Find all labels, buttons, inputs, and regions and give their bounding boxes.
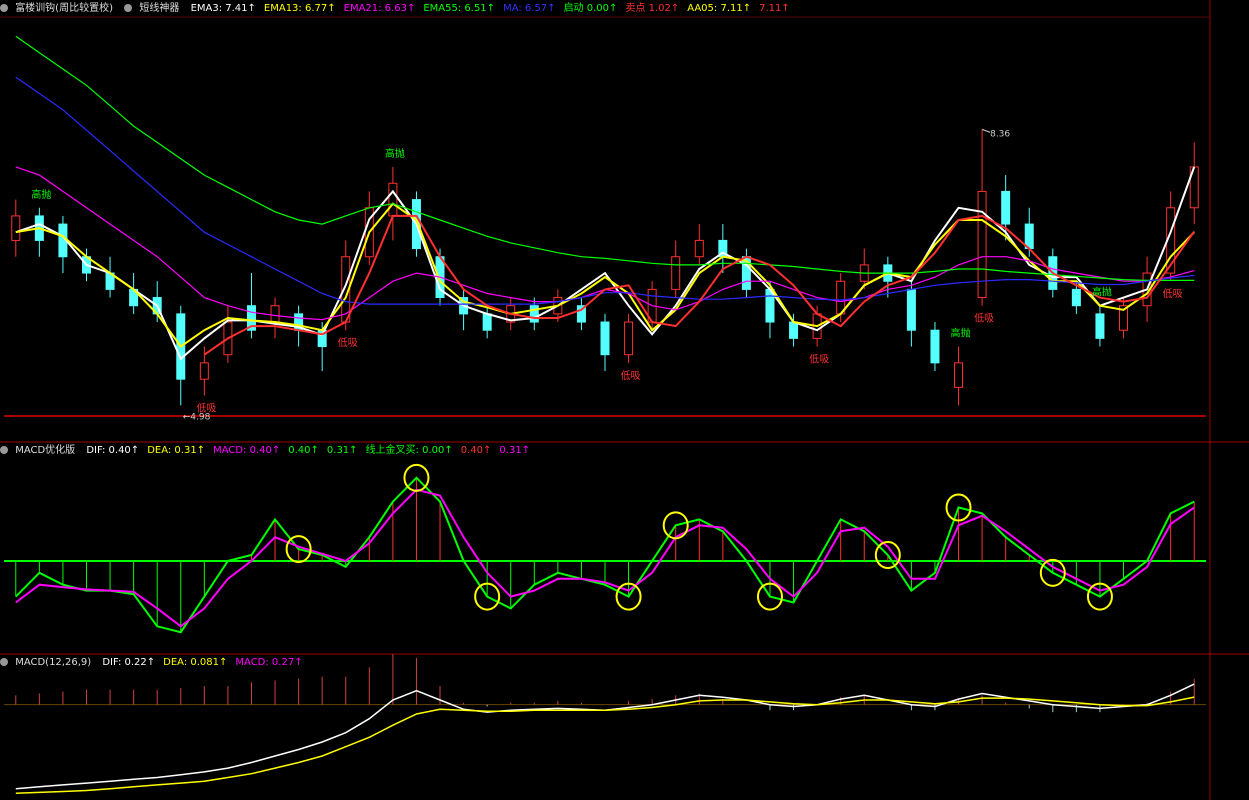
p2-value-7: 0.31↑ (499, 445, 531, 456)
signal-top: 高抛 (1092, 286, 1112, 299)
signal-top: 高抛 (385, 147, 405, 160)
candle (270, 305, 280, 323)
signal-top: 高抛 (31, 188, 51, 201)
candle (694, 239, 704, 258)
candle (1071, 288, 1081, 307)
panel2-values: DIF: 0.40↑ DEA: 0.31↑ MACD: 0.40↑ 0.40↑ 0.31… (86, 445, 538, 456)
p2-value-4: 0.31↑ (326, 445, 358, 456)
signal-bottom: 低吸 (809, 353, 829, 366)
app-title: 富楼训钩(周比较置校) (15, 3, 113, 14)
p2-value-5: 线上金叉买: 0.00↑ (365, 445, 453, 456)
p2-value-6: 0.40↑ (460, 445, 492, 456)
p2-value-1: DEA: 0.31↑ (147, 445, 206, 456)
panel2-header: MACD优化版 DIF: 0.40↑ DEA: 0.31↑ MACD: 0.40↑ 0… (0, 444, 546, 458)
line-dea (15, 488, 1195, 628)
candle (954, 362, 964, 388)
p1-value-0: EMA3: 7.41↑ (190, 3, 256, 14)
line-ema55 (15, 35, 1195, 281)
signal-bottom: 低吸 (974, 312, 994, 325)
p1-value-8: 7.11↑ (759, 3, 790, 14)
panel3-values: DIF: 0.22↑ DEA: 0.081↑ MACD: 0.27↑ (102, 657, 310, 668)
p2-value-2: MACD: 0.40↑ (213, 445, 281, 456)
p1-value-2: EMA21: 6.63↑ (343, 3, 416, 14)
indicator-icon[interactable] (0, 446, 8, 454)
p2-value-0: DIF: 0.40↑ (86, 445, 140, 456)
candle (529, 305, 539, 323)
p3-value-2: MACD: 0.27↑ (235, 657, 303, 668)
panel1-header: 富楼训钩(周比较置校) 短线神器 EMA3: 7.41↑ EMA13: 6.77↑… (0, 2, 806, 16)
p3-value-1: DEA: 0.081↑ (163, 657, 228, 668)
line-dif (15, 476, 1195, 634)
indicator-name[interactable]: MACD(12,26,9) (15, 657, 91, 668)
indicator-icon[interactable] (0, 658, 8, 666)
p2-value-3: 0.40↑ (288, 445, 319, 456)
candle (789, 321, 799, 339)
candle (600, 321, 610, 356)
indicator-name[interactable]: 短线神器 (139, 3, 179, 14)
high-label: 8.36 (990, 129, 1010, 139)
p3-value-0: DIF: 0.22↑ (102, 657, 156, 668)
candle (930, 329, 940, 364)
signal-bottom: 低吸 (621, 369, 641, 382)
p1-value-6: 卖点 1.02↑ (625, 3, 680, 14)
line-dif (15, 683, 1195, 790)
candle (624, 321, 634, 356)
p1-value-4: MA: 6.57↑ (503, 3, 556, 14)
line-ema21 (15, 166, 1195, 321)
signal-bottom: 低吸 (1163, 287, 1183, 300)
candle (906, 288, 916, 331)
indicator-name[interactable]: MACD优化版 (15, 445, 75, 456)
p1-value-3: EMA55: 6.51↑ (423, 3, 496, 14)
candle (482, 313, 492, 331)
candle (1095, 313, 1105, 339)
high-pointer (981, 128, 991, 133)
line-ma (15, 76, 1195, 305)
candle (671, 256, 681, 290)
stock-chart: 8.36←4.98高抛高抛高抛高抛低吸低吸低吸低吸低吸低吸 (0, 0, 1249, 800)
settings-icon[interactable] (0, 4, 8, 12)
candle (388, 182, 398, 217)
signal-bottom: 低吸 (338, 336, 358, 349)
p1-value-1: EMA13: 6.77↑ (263, 3, 336, 14)
candle (199, 362, 209, 380)
signal-top: 高抛 (951, 327, 971, 340)
panel1-values: EMA3: 7.41↑ EMA13: 6.77↑ EMA21: 6.63↑ EMA55… (191, 3, 798, 14)
p1-value-5: 启动 0.00↑ (563, 3, 618, 14)
p1-value-7: AA05: 7.11↑ (687, 3, 752, 14)
panel3-header: MACD(12,26,9) DIF: 0.22↑ DEA: 0.081↑ MACD:… (0, 656, 319, 670)
indicator-icon[interactable] (124, 4, 133, 12)
candle (1001, 190, 1011, 225)
line-dea (15, 696, 1195, 795)
signal-bottom: 低吸 (196, 402, 216, 415)
candle (11, 215, 21, 241)
